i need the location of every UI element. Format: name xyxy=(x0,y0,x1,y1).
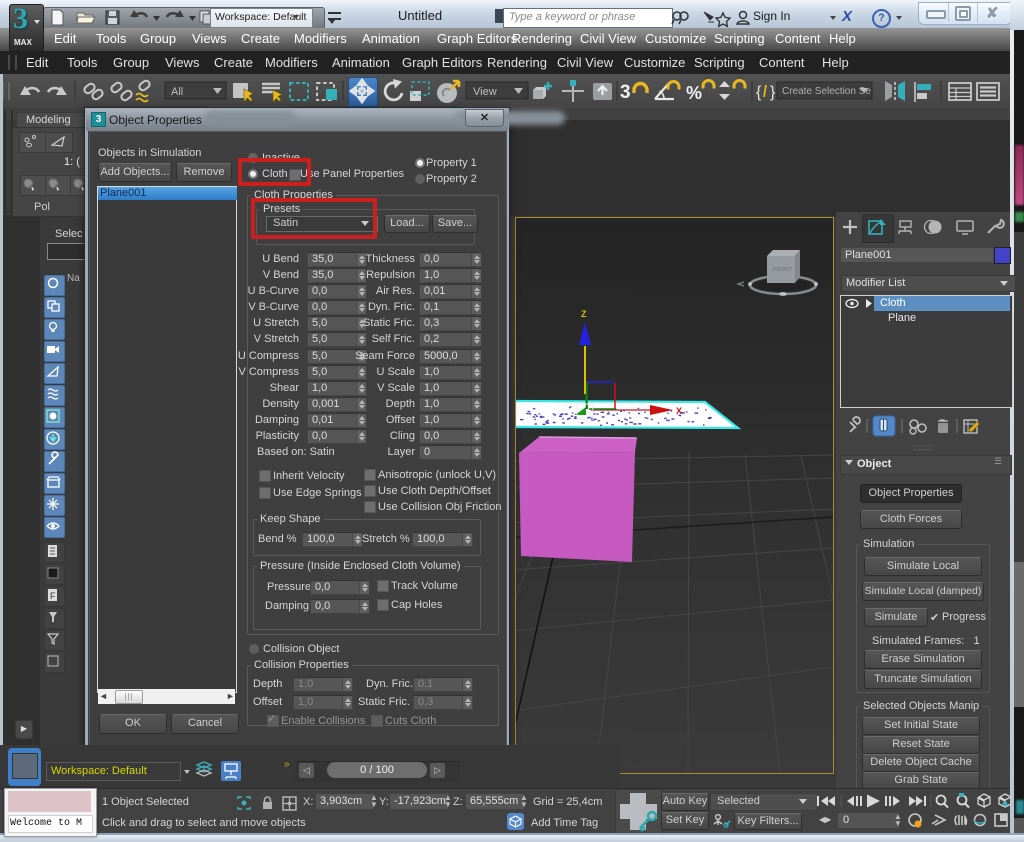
svg-text:X: X xyxy=(676,406,682,416)
svg-text:{: { xyxy=(756,84,762,101)
svg-text:Create Selection Se: Create Selection Se xyxy=(782,86,871,97)
svg-text:}: } xyxy=(770,84,776,101)
svg-text:Z: Z xyxy=(581,309,587,319)
svg-text:F: F xyxy=(50,591,56,601)
svg-text:View: View xyxy=(473,86,497,98)
svg-text:3: 3 xyxy=(620,82,631,103)
svg-text:%: % xyxy=(686,83,702,103)
svg-text:All: All xyxy=(171,86,183,98)
svg-text:FRONT: FRONT xyxy=(773,267,793,273)
